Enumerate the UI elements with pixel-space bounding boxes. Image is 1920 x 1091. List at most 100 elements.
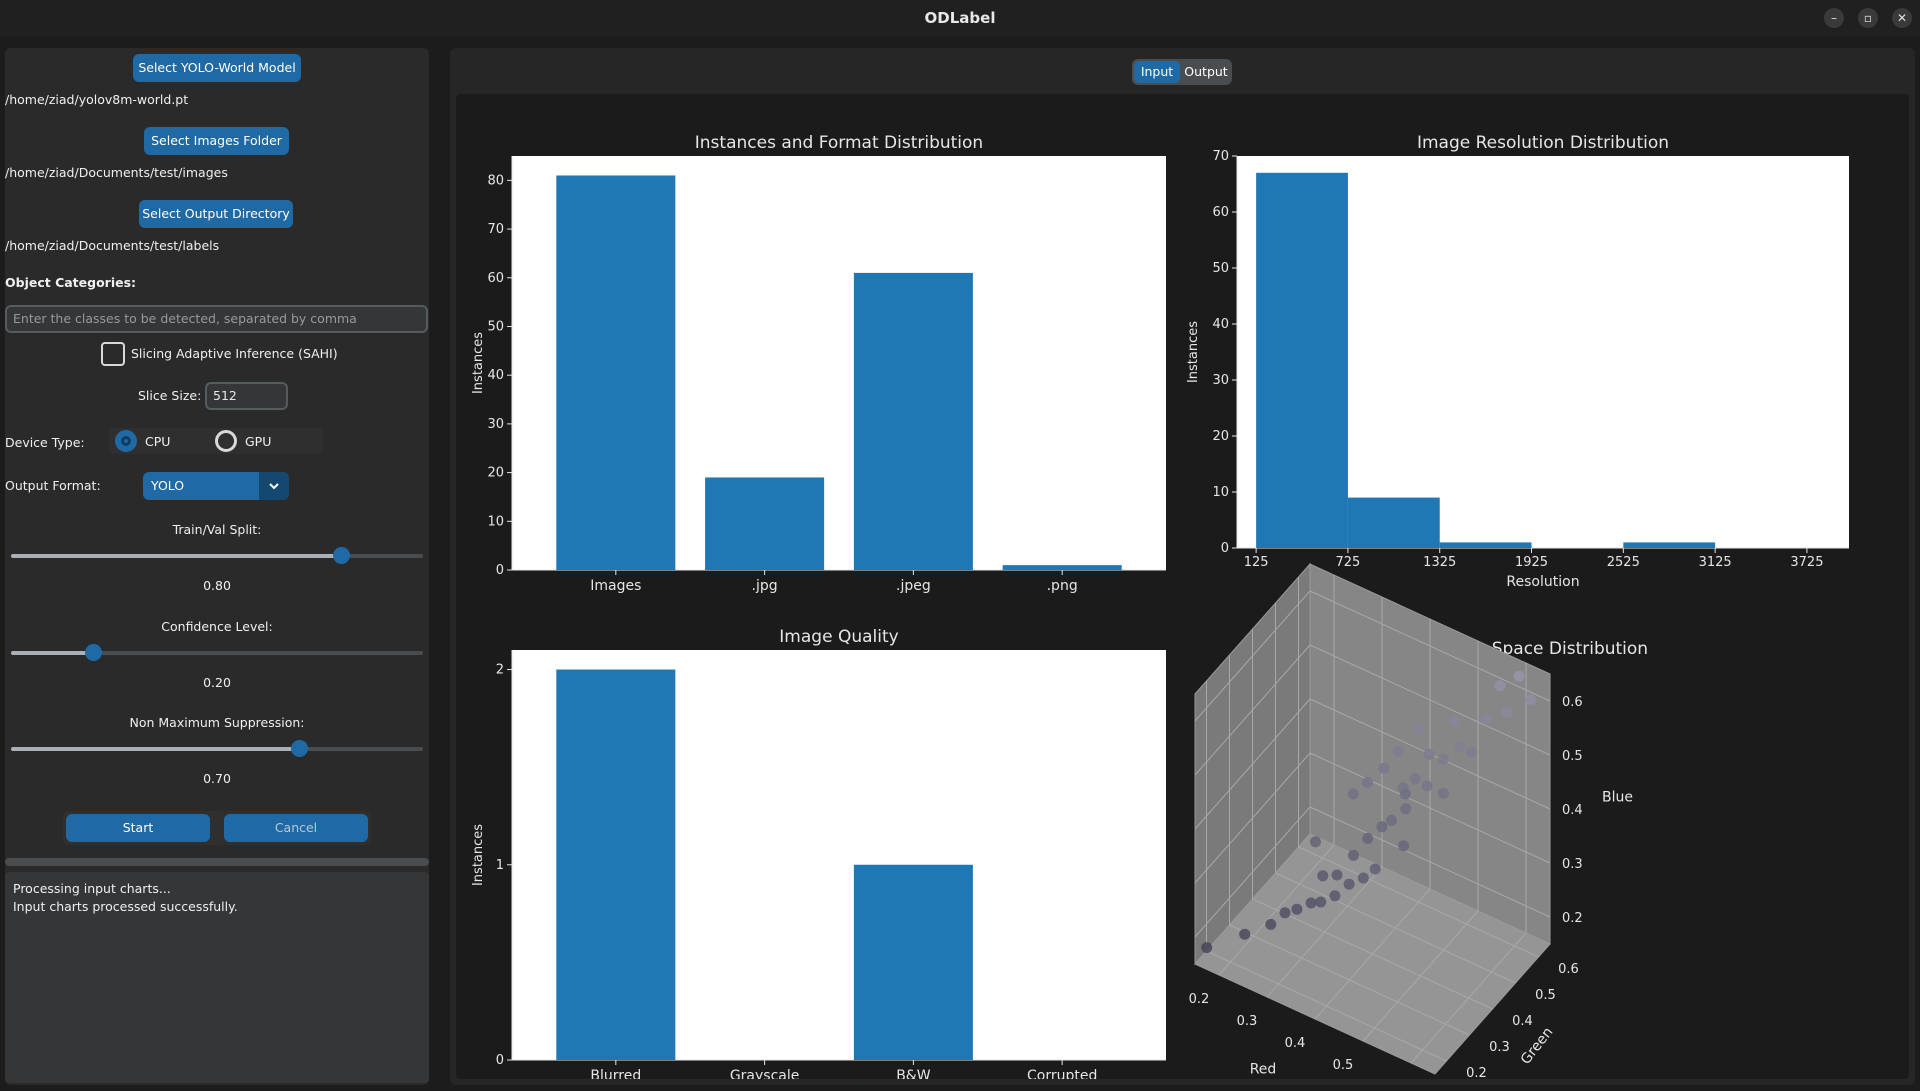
select-images-button[interactable]: Select Images Folder xyxy=(144,127,289,155)
close-icon[interactable]: ✕ xyxy=(1892,8,1912,28)
chart-x-tick-label: 1925 xyxy=(1515,555,1548,570)
categories-input[interactable]: Enter the classes to be detected, separa… xyxy=(5,305,428,333)
scatter-point xyxy=(1399,788,1411,800)
chart-ylabel: Instances xyxy=(471,332,486,394)
chart-y-tick-label: 80 xyxy=(487,173,504,188)
z-tick-label: 0.6 xyxy=(1562,695,1583,710)
start-button[interactable]: Start xyxy=(66,814,210,842)
z-tick-label: 0.3 xyxy=(1562,857,1583,872)
gpu-radio[interactable] xyxy=(215,430,237,452)
device-type-label: Device Type: xyxy=(5,435,85,450)
select-model-button[interactable]: Select YOLO-World Model xyxy=(133,54,301,82)
histogram-bar xyxy=(1439,542,1532,548)
scatter-point xyxy=(1329,890,1341,902)
app-window: ODLabel – ▫ ✕ Select YOLO-World Model /h… xyxy=(0,0,1920,1091)
minimize-icon[interactable]: – xyxy=(1824,8,1844,28)
chart-x-tick-label: 125 xyxy=(1244,555,1269,570)
scatter-point xyxy=(1348,849,1359,861)
cpu-radio-label: CPU xyxy=(145,434,171,449)
images-path: /home/ziad/Documents/test/images xyxy=(5,165,228,180)
chart-ylabel: Instances xyxy=(1186,321,1201,383)
confidence-slider-knob[interactable] xyxy=(85,644,103,661)
chart-x-tick-label: B&W xyxy=(896,1068,931,1079)
maximize-icon[interactable]: ▫ xyxy=(1858,8,1878,28)
scatter-point xyxy=(1392,745,1404,757)
split-slider-fill xyxy=(11,554,341,558)
cpu-radio[interactable] xyxy=(115,430,137,452)
split-slider[interactable] xyxy=(11,547,423,564)
histogram-chart: Image Resolution Distribution Instances Re… xyxy=(1186,133,1849,590)
scatter-point xyxy=(1357,872,1369,884)
tab-input[interactable]: Input xyxy=(1134,61,1180,83)
scatter-point xyxy=(1376,821,1388,833)
scatter3d-chart: Color Space Distribution0.20.30.40.50.60… xyxy=(1189,562,1648,1091)
histogram-bar xyxy=(1347,497,1440,548)
scatter-point xyxy=(1438,787,1449,799)
nms-value: 0.70 xyxy=(203,771,231,786)
chart-x-tick-label: 725 xyxy=(1336,555,1361,570)
charts-canvas: Instances and Format Distribution Instanc… xyxy=(471,133,1849,1091)
gpu-radio-label: GPU xyxy=(245,434,272,449)
chart-y-tick-label: 0 xyxy=(1221,541,1229,556)
chart-ylabel: Instances xyxy=(471,824,486,886)
scatter-point xyxy=(1343,878,1355,890)
x-tick-label: 0.4 xyxy=(1285,1036,1306,1051)
confidence-slider-fill xyxy=(11,651,94,655)
log-line: Input charts processed successfully. xyxy=(13,899,238,914)
sahi-checkbox[interactable] xyxy=(101,342,125,366)
chart-y-tick-label: 10 xyxy=(487,514,504,529)
split-label: Train/Val Split: xyxy=(172,522,262,537)
window-title: ODLabel xyxy=(924,9,996,27)
y-tick-label: 0.5 xyxy=(1535,988,1556,1003)
chart-x-tick-label: 1325 xyxy=(1423,555,1456,570)
scatter-point xyxy=(1239,928,1251,940)
chart-bar xyxy=(1002,565,1122,570)
split-slider-knob[interactable] xyxy=(332,547,350,564)
chart-y-tick-label: 40 xyxy=(487,368,504,383)
scatter-point xyxy=(1291,903,1303,915)
cancel-button[interactable]: Cancel xyxy=(224,814,368,842)
scatter-point xyxy=(1449,715,1461,727)
chart-bar xyxy=(853,864,973,1060)
nms-slider-fill xyxy=(11,747,300,751)
chart-y-tick-label: 70 xyxy=(487,222,504,237)
chart-y-tick-label: 1 xyxy=(496,858,504,873)
progress-bar xyxy=(5,858,429,866)
chart-x-tick-label: .jpeg xyxy=(896,578,931,594)
scatter-point xyxy=(1501,706,1513,718)
chart-x-tick-label: 2525 xyxy=(1607,555,1640,570)
y-tick-label: 0.4 xyxy=(1512,1014,1533,1029)
chart-bar xyxy=(705,477,825,570)
chart-bar xyxy=(556,669,676,1060)
scatter-point xyxy=(1400,803,1412,815)
nms-slider-knob[interactable] xyxy=(291,740,309,757)
scatter-point xyxy=(1437,753,1449,765)
slice-size-input[interactable]: 512 xyxy=(205,382,288,410)
chart-y-tick-label: 60 xyxy=(1212,205,1229,220)
scatter-point xyxy=(1525,694,1537,706)
chart-x-tick-label: Grayscale xyxy=(730,1068,800,1079)
chart-x-tick-label: .png xyxy=(1047,578,1078,594)
scatter-point xyxy=(1386,814,1397,826)
scatter-point xyxy=(1398,840,1410,852)
x-tick-label: 0.2 xyxy=(1189,992,1210,1007)
output-format-value: YOLO xyxy=(151,478,185,493)
select-output-button[interactable]: Select Output Directory xyxy=(139,200,293,228)
chart-x-tick-label: .jpg xyxy=(752,578,778,594)
chart-x-tick-label: 3725 xyxy=(1790,555,1823,570)
output-format-select[interactable]: YOLO xyxy=(143,472,289,500)
tab-output[interactable]: Output xyxy=(1182,61,1230,83)
chart-title: Image Quality xyxy=(779,627,898,647)
confidence-slider[interactable] xyxy=(11,644,423,661)
scatter-point xyxy=(1494,680,1506,692)
sidebar: Select YOLO-World Model /home/ziad/yolov… xyxy=(5,48,429,1085)
confidence-value: 0.20 xyxy=(203,675,231,690)
log-output: Processing input charts... Input charts … xyxy=(5,872,429,1083)
chart-y-tick-label: 2 xyxy=(496,663,504,678)
nms-slider[interactable] xyxy=(11,740,423,757)
chart-y-tick-label: 50 xyxy=(487,319,504,334)
chevron-down-icon[interactable] xyxy=(259,472,289,500)
chart-x-tick-label: Corrupted xyxy=(1027,1068,1097,1079)
chart-y-tick-label: 20 xyxy=(487,466,504,481)
chart-x-tick-label: 3125 xyxy=(1699,555,1732,570)
